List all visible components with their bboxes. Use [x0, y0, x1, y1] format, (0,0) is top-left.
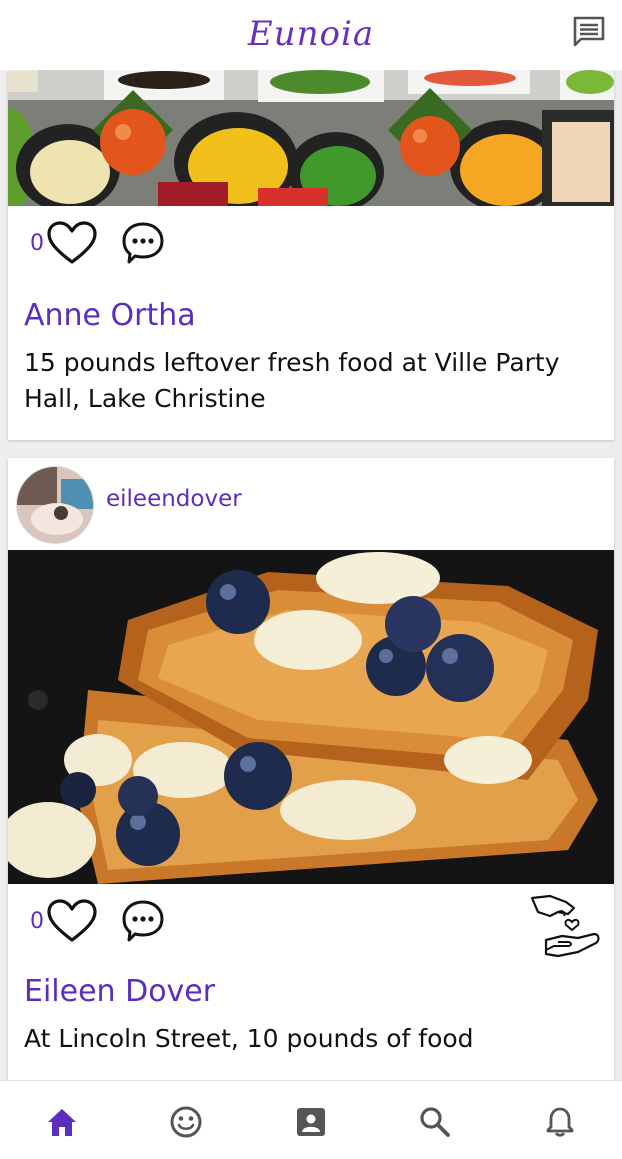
smiley-icon[interactable]: [169, 1105, 203, 1139]
chat-icon[interactable]: [572, 16, 606, 48]
like-count: 0: [30, 908, 44, 934]
post-card[interactable]: eileendover 0 Eileen Dover At Lincoln St…: [8, 458, 614, 1098]
search-icon[interactable]: [418, 1105, 452, 1139]
username[interactable]: eileendover: [106, 486, 242, 512]
post-actions: 0: [30, 218, 166, 268]
post-image[interactable]: [8, 550, 614, 884]
app-title: Eunoia: [247, 14, 375, 54]
poster-name[interactable]: Eileen Dover: [24, 974, 215, 1009]
like-count: 0: [30, 230, 44, 256]
post-header[interactable]: eileendover: [8, 458, 614, 550]
bottom-navigation: [0, 1080, 622, 1159]
contact-card-icon[interactable]: [294, 1105, 328, 1139]
home-icon[interactable]: [45, 1105, 79, 1139]
post-image[interactable]: [8, 70, 614, 206]
post-card[interactable]: 0 Anne Ortha 15 pounds leftover fresh fo…: [8, 70, 614, 440]
donate-hands-icon[interactable]: [528, 892, 602, 964]
app-bar: Eunoia: [0, 0, 622, 70]
post-description: At Lincoln Street, 10 pounds of food: [24, 1024, 474, 1053]
poster-name[interactable]: Anne Ortha: [24, 298, 196, 333]
post-actions: 0: [30, 896, 166, 946]
comment-icon[interactable]: [120, 898, 166, 944]
heart-icon[interactable]: [46, 220, 98, 266]
heart-icon[interactable]: [46, 898, 98, 944]
bell-icon[interactable]: [543, 1105, 577, 1139]
comment-icon[interactable]: [120, 220, 166, 266]
post-description: 15 pounds leftover fresh food at Ville P…: [24, 348, 560, 413]
avatar[interactable]: [16, 466, 94, 544]
